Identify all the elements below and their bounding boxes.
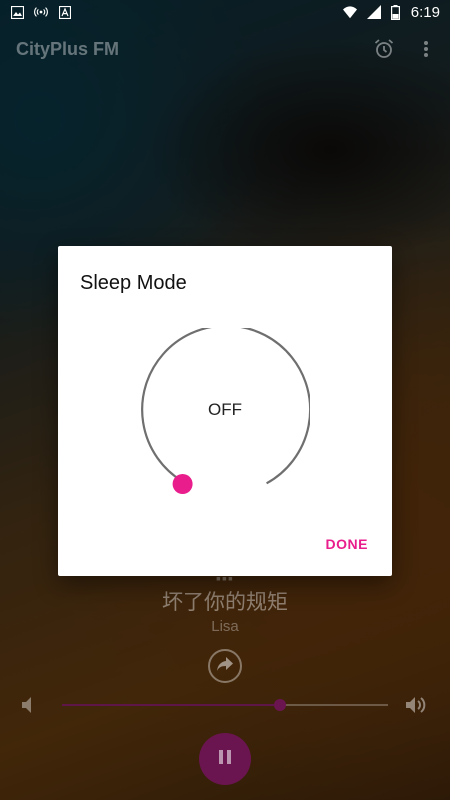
dialog-title: Sleep Mode	[80, 272, 187, 294]
font-icon	[58, 5, 72, 19]
dial-value: OFF	[208, 400, 242, 419]
pause-button[interactable]	[199, 733, 251, 785]
hotspot-icon	[34, 5, 48, 19]
app-bar: CityPlus FM	[0, 24, 450, 74]
signal-icon	[366, 5, 381, 19]
volume-low-icon[interactable]	[20, 695, 36, 720]
status-right-icons: 6:19	[342, 3, 440, 21]
artist-name: Lisa	[211, 618, 239, 635]
status-time: 6:19	[410, 3, 440, 21]
app-title: CityPlus FM	[16, 38, 120, 59]
sleep-timer-dial[interactable]: OFF	[140, 324, 312, 498]
dial-thumb[interactable]	[172, 474, 193, 494]
status-bar: 6:19	[0, 0, 450, 24]
app-bar-actions	[372, 37, 438, 61]
volume-slider-thumb[interactable]	[274, 699, 287, 711]
share-icon	[216, 656, 234, 677]
volume-high-icon[interactable]	[404, 695, 430, 720]
pause-icon	[218, 749, 232, 770]
done-button[interactable]: DONE	[326, 536, 368, 552]
alarm-icon[interactable]	[372, 37, 396, 61]
image-icon	[10, 5, 24, 19]
volume-slider[interactable]	[62, 699, 388, 711]
more-vert-icon[interactable]	[414, 37, 438, 61]
status-left-icons	[10, 5, 72, 19]
song-title: 坏了你的规矩	[162, 590, 288, 614]
volume-slider-fill	[62, 704, 281, 706]
sleep-mode-dialog: Sleep Mode OFF DONE	[58, 246, 392, 576]
share-button[interactable]	[208, 649, 242, 683]
battery-icon	[391, 4, 401, 20]
wifi-icon	[342, 5, 357, 19]
volume-row	[0, 690, 450, 720]
